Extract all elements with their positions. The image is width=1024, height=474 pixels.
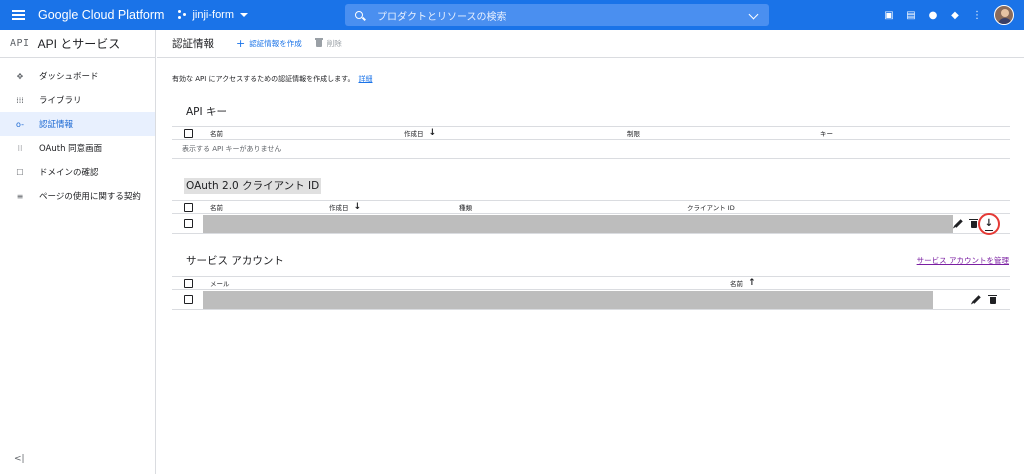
search-icon [355, 11, 363, 19]
library-icon: ⁞⁞⁞ [16, 95, 24, 105]
menu-icon[interactable] [0, 0, 36, 30]
arrow-down-icon: ↓ [428, 127, 437, 138]
delete-icon[interactable] [987, 294, 998, 305]
empty-message: 表示する API キーがありません [172, 140, 1010, 159]
avatar[interactable] [994, 5, 1014, 25]
page-title: 認証情報 [172, 38, 214, 50]
sidebar-item-label: ページの使用に関する契約 [39, 192, 141, 202]
column-created-label: 作成日 [329, 204, 349, 212]
dashboard-icon: ✥ [16, 71, 24, 81]
sidebar-item-label: 認証情報 [39, 120, 74, 130]
sidebar-item-label: ダッシュボード [39, 72, 99, 82]
cloud-shell-icon[interactable]: ▤ [900, 0, 922, 30]
help-icon[interactable]: ● [922, 0, 944, 30]
api-keys-table: 名前 作成日 ↓ 制限 キー 表示する API キーがありません [172, 126, 1010, 159]
arrow-up-icon: ↑ [748, 277, 756, 288]
collapse-sidebar-icon[interactable]: <| [14, 454, 25, 464]
column-name[interactable]: 名前 [210, 202, 223, 212]
sidebar-item-dashboard[interactable]: ✥ ダッシュボード [0, 64, 155, 88]
table-header: 名前 作成日 ↓ 制限 キー [172, 126, 1010, 140]
column-created-label: 作成日 [404, 130, 424, 138]
main-content: 認証情報 + 認証情報を作成 削除 有効な API にアクセスするための認証情報… [157, 30, 1024, 474]
more-vert-icon[interactable]: ⋮ [966, 0, 988, 30]
chevron-down-icon [240, 13, 249, 17]
column-name[interactable]: 名前 [210, 128, 223, 138]
redacted-row-content [203, 291, 933, 309]
intro-text: 有効な API にアクセスするための認証情報を作成します。 詳細 [172, 74, 372, 84]
edit-icon[interactable] [971, 294, 982, 305]
download-button[interactable]: ↓ [978, 213, 1000, 235]
chevron-down-icon[interactable] [748, 9, 759, 20]
sidebar-item-oauth-consent[interactable]: ⁝⁝ OAuth 同意画面 [0, 136, 155, 160]
table-header: 名前 作成日 ↓ 種類 クライアント ID [172, 200, 1010, 214]
page-usage-icon: ≡ [16, 191, 24, 201]
project-icon [178, 10, 188, 20]
row-checkbox[interactable] [184, 219, 193, 228]
table-header: メール 名前 ↑ [172, 276, 1010, 290]
sidebar-title: API とサービス [37, 37, 121, 51]
project-name: jinji-form [192, 9, 235, 21]
search-bar[interactable]: プロダクトとリソースの検索 [345, 4, 769, 26]
redacted-row-content [203, 215, 953, 233]
service-accounts-title: サービス アカウント [186, 255, 284, 267]
download-icon: ↓ [984, 218, 994, 231]
manage-service-accounts-link[interactable]: サービス アカウントを管理 [917, 255, 1009, 266]
sidebar-item-library[interactable]: ⁞⁞⁞ ライブラリ [0, 88, 155, 112]
edit-icon[interactable] [953, 218, 964, 229]
page-header: 認証情報 + 認証情報を作成 削除 [157, 30, 1024, 58]
column-email[interactable]: メール [210, 278, 230, 288]
column-created[interactable]: 作成日 ↓ [404, 128, 436, 138]
brand-title[interactable]: Google Cloud Platform [38, 8, 164, 22]
oauth-consent-icon: ⁝⁝ [17, 143, 23, 153]
delete-icon [314, 38, 323, 47]
sidebar-item-label: OAuth 同意画面 [39, 144, 103, 154]
column-restrictions[interactable]: 制限 [627, 128, 640, 138]
sidebar: API API とサービス ✥ ダッシュボード ⁞⁞⁞ ライブラリ o- 認証情… [0, 30, 156, 474]
select-all-checkbox[interactable] [184, 128, 193, 138]
oauth-title: OAuth 2.0 クライアント ID [184, 178, 322, 194]
column-key[interactable]: キー [820, 128, 833, 138]
sidebar-item-label: ライブラリ [39, 96, 82, 106]
domain-verification-icon: ☐ [16, 167, 24, 177]
column-name[interactable]: 名前 ↑ [730, 278, 756, 288]
sidebar-header: API API とサービス [0, 30, 155, 58]
create-credentials-button[interactable]: + 認証情報を作成 [236, 37, 302, 50]
row-checkbox[interactable] [184, 295, 193, 304]
table-row[interactable] [172, 290, 1010, 310]
intro-description: 有効な API にアクセスするための認証情報を作成します。 [172, 75, 355, 83]
select-all-checkbox[interactable] [184, 202, 193, 212]
learn-more-link[interactable]: 詳細 [358, 75, 372, 83]
delete-button[interactable]: 削除 [314, 38, 342, 49]
sidebar-item-domain-verification[interactable]: ☐ ドメインの確認 [0, 160, 155, 184]
arrow-down-icon: ↓ [353, 201, 362, 212]
column-type[interactable]: 種類 [459, 202, 472, 212]
gift-icon[interactable]: ▣ [878, 0, 900, 30]
plus-icon: + [236, 37, 246, 50]
notifications-icon[interactable]: ◆ [944, 0, 966, 30]
table-row[interactable]: ↓ [172, 213, 1010, 235]
column-name-label: 名前 [730, 280, 743, 288]
top-actions: ▣ ▤ ● ◆ ⋮ [878, 0, 1014, 30]
search-placeholder: プロダクトとリソースの検索 [377, 11, 507, 23]
sidebar-item-credentials[interactable]: o- 認証情報 [0, 112, 155, 136]
delete-label: 削除 [326, 39, 342, 48]
oauth-title-text: OAuth 2.0 クライアント ID [184, 178, 322, 194]
api-logo: API [10, 38, 30, 49]
sidebar-item-page-usage[interactable]: ≡ ページの使用に関する契約 [0, 184, 155, 208]
column-created[interactable]: 作成日 ↓ [329, 202, 361, 212]
sidebar-item-label: ドメインの確認 [39, 168, 99, 178]
project-selector[interactable]: jinji-form [178, 9, 249, 21]
create-credentials-label: 認証情報を作成 [249, 39, 302, 48]
api-keys-title: API キー [186, 106, 227, 118]
select-all-checkbox[interactable] [184, 278, 193, 288]
key-icon: o- [16, 119, 24, 129]
service-accounts-table: メール 名前 ↑ [172, 276, 1010, 310]
oauth-table: 名前 作成日 ↓ 種類 クライアント ID ↓ [172, 200, 1010, 235]
sidebar-nav: ✥ ダッシュボード ⁞⁞⁞ ライブラリ o- 認証情報 ⁝⁝ OAuth 同意画… [0, 64, 155, 208]
top-app-bar: Google Cloud Platform jinji-form プロダクトとリ… [0, 0, 1024, 30]
column-client-id[interactable]: クライアント ID [687, 202, 735, 212]
